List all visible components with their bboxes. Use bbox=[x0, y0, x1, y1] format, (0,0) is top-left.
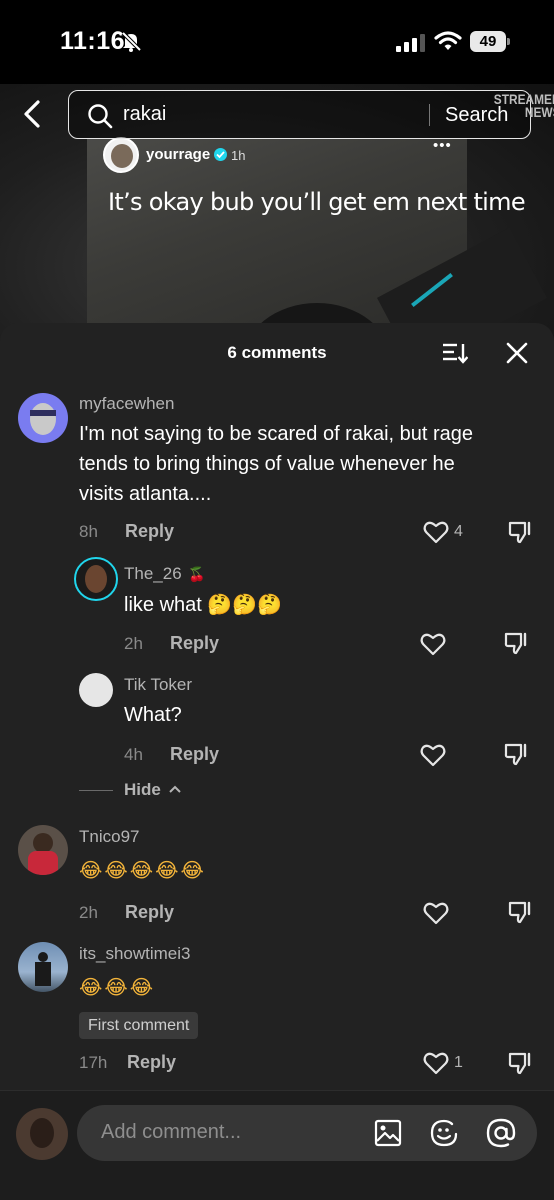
verified-badge-icon bbox=[214, 148, 227, 161]
post-author-avatar[interactable] bbox=[103, 137, 139, 173]
dislike-icon[interactable] bbox=[504, 741, 530, 767]
chevron-up-icon[interactable] bbox=[168, 784, 182, 794]
video-frame bbox=[87, 138, 547, 344]
first-comment-badge: First comment bbox=[79, 1012, 199, 1039]
avatar[interactable] bbox=[18, 825, 68, 875]
hide-replies-button[interactable]: Hide bbox=[124, 780, 161, 800]
reply-button[interactable]: Reply bbox=[125, 521, 174, 542]
comment-username[interactable]: Tnico97 bbox=[79, 827, 139, 847]
comment-composer: Add comment... bbox=[0, 1090, 554, 1200]
comment-time: 4h bbox=[124, 745, 143, 764]
comment-time: 8h bbox=[79, 522, 98, 541]
avatar[interactable] bbox=[74, 557, 118, 601]
dislike-icon[interactable] bbox=[508, 899, 534, 925]
dislike-icon[interactable] bbox=[508, 519, 534, 545]
signal-icon bbox=[396, 34, 425, 52]
status-bar: 11:16 49 bbox=[0, 0, 554, 84]
comment-username[interactable]: Tik Toker bbox=[124, 675, 192, 695]
watermark-logo: STREAMER NEWS bbox=[493, 91, 554, 120]
like-count: 4 bbox=[454, 523, 463, 540]
comment-username[interactable]: myfacewhen bbox=[79, 394, 174, 414]
avatar[interactable] bbox=[18, 393, 68, 443]
comment-username[interactable]: its_showtimei3 bbox=[79, 944, 191, 964]
search-bar[interactable]: rakai Search bbox=[68, 90, 531, 139]
comment-time: 2h bbox=[79, 903, 98, 922]
search-input[interactable]: rakai bbox=[123, 103, 166, 126]
more-options-icon[interactable]: ••• bbox=[433, 137, 452, 154]
comments-count-title: 6 comments bbox=[227, 343, 327, 362]
post-time: 1h bbox=[231, 148, 246, 163]
comments-sheet: 6 comments myfacewhen I'm not saying to … bbox=[0, 323, 554, 1200]
close-icon[interactable] bbox=[506, 342, 528, 364]
heart-icon[interactable] bbox=[423, 1051, 449, 1075]
avatar[interactable] bbox=[79, 673, 113, 707]
post-author-username[interactable]: yourrage bbox=[146, 146, 210, 163]
comment-time: 17h bbox=[79, 1053, 108, 1072]
comment-time: 2h bbox=[124, 634, 143, 653]
reply-button[interactable]: Reply bbox=[127, 1052, 176, 1073]
post-caption: It’s okay bub you’ll get em next time bbox=[108, 188, 526, 216]
dislike-icon[interactable] bbox=[504, 630, 530, 656]
sort-icon[interactable] bbox=[442, 342, 468, 364]
like-count: 1 bbox=[454, 1054, 463, 1071]
battery-level: 49 bbox=[470, 31, 506, 52]
search-divider bbox=[429, 104, 430, 126]
heart-icon[interactable] bbox=[420, 632, 446, 656]
comment-text: What? bbox=[124, 704, 182, 726]
comment-text: like what 🤔🤔🤔 bbox=[124, 592, 283, 616]
comment-username[interactable]: The_26 bbox=[124, 564, 182, 584]
battery-icon: 49 bbox=[470, 31, 510, 52]
hide-divider bbox=[79, 790, 113, 791]
comment-text: 😂😂😂😂😂 bbox=[79, 858, 206, 882]
emoji-icon[interactable] bbox=[429, 1118, 459, 1148]
heart-icon[interactable] bbox=[423, 520, 449, 544]
comment-input[interactable]: Add comment... bbox=[77, 1105, 537, 1161]
back-arrow-icon[interactable] bbox=[18, 98, 48, 130]
avatar[interactable] bbox=[18, 942, 68, 992]
dislike-icon[interactable] bbox=[508, 1050, 534, 1076]
wifi-icon bbox=[434, 31, 462, 50]
search-icon bbox=[88, 104, 113, 129]
heart-icon[interactable] bbox=[423, 901, 449, 925]
mention-icon[interactable] bbox=[485, 1117, 517, 1149]
reply-button[interactable]: Reply bbox=[170, 633, 219, 654]
my-avatar[interactable] bbox=[16, 1108, 68, 1160]
comment-text: I'm not saying to be scared of rakai, bu… bbox=[79, 423, 474, 505]
reply-button[interactable]: Reply bbox=[170, 744, 219, 765]
heart-icon[interactable] bbox=[420, 743, 446, 767]
image-icon[interactable] bbox=[374, 1119, 402, 1147]
bell-off-icon bbox=[121, 31, 142, 52]
comment-placeholder: Add comment... bbox=[101, 1121, 242, 1143]
comment-text: 😂😂😂 bbox=[79, 975, 156, 999]
status-time: 11:16 bbox=[60, 27, 126, 55]
reply-button[interactable]: Reply bbox=[125, 902, 174, 923]
cherry-emoji: 🍒 bbox=[188, 566, 206, 582]
